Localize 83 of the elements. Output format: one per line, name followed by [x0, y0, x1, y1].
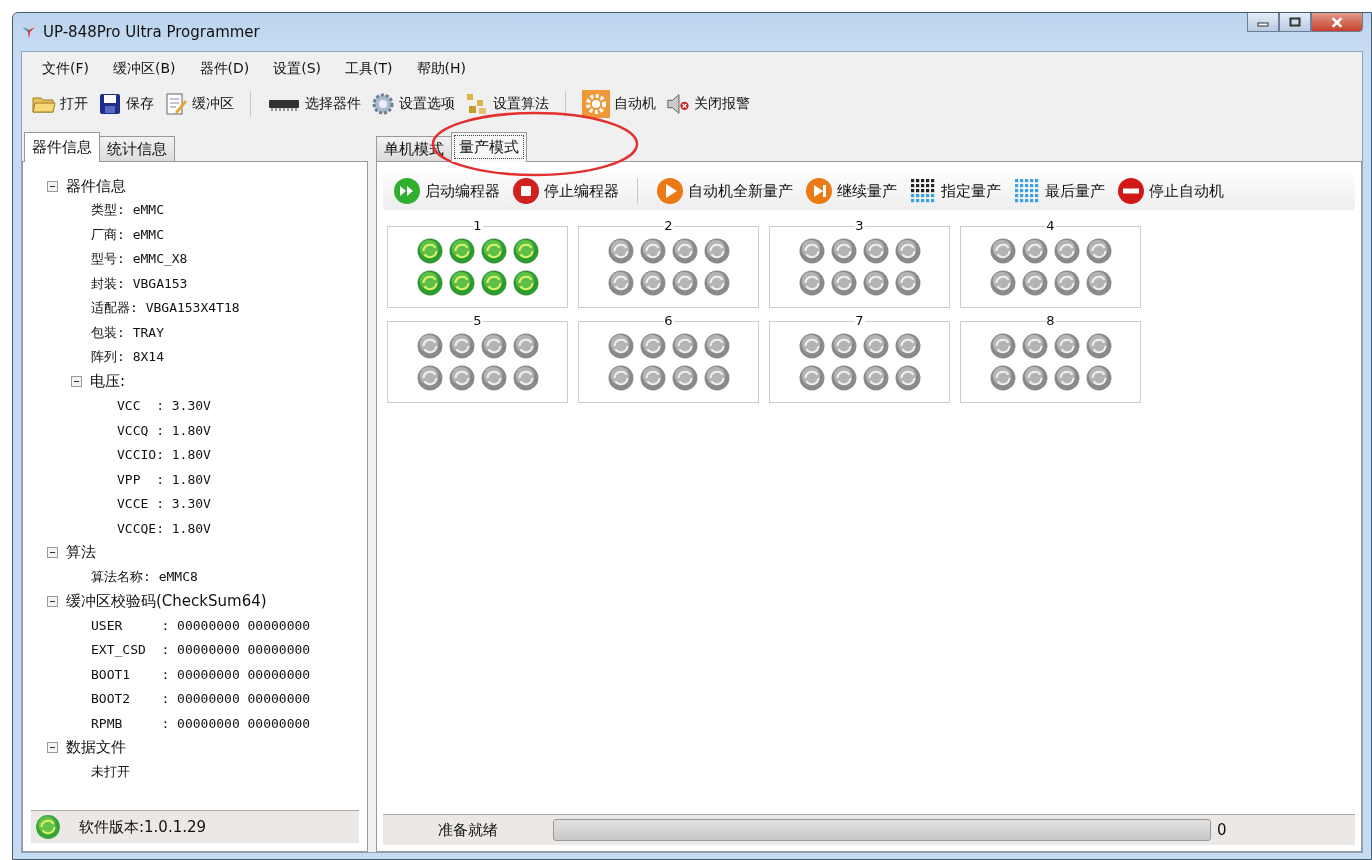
panel-tab[interactable]: 器件信息 [24, 132, 100, 162]
maximize-button[interactable] [1279, 13, 1311, 32]
tree-item[interactable]: 器件信息 [66, 176, 126, 196]
menu-item[interactable]: 文件(F) [30, 60, 101, 78]
window-title: UP-848Pro Ultra Programmer [43, 23, 260, 41]
toolbar-button[interactable]: 打开 [28, 90, 92, 118]
menu-item[interactable]: 工具(T) [333, 60, 405, 78]
dot-grid-icon [1013, 177, 1041, 205]
tree-item[interactable]: 阵列: 8X14 [91, 348, 164, 367]
toolbar-button[interactable]: 停止自动机 [1113, 175, 1228, 207]
site-number: 3 [854, 218, 865, 233]
close-icon [1330, 16, 1344, 28]
toolbar-button[interactable]: 关闭报警 [662, 90, 754, 118]
collapse-icon[interactable] [71, 376, 82, 387]
site-number: 5 [472, 313, 483, 328]
tree-item[interactable]: 类型: eMMC [91, 201, 164, 220]
toolbar-button[interactable]: 最后量产 [1009, 175, 1109, 207]
tree-item[interactable]: VCC : 3.30V [117, 398, 211, 414]
menu-item[interactable]: 缓冲区(B) [101, 60, 188, 78]
toolbar-button[interactable]: 选择器件 [263, 90, 365, 118]
menu-item[interactable]: 器件(D) [187, 60, 262, 78]
tree-item[interactable]: VCCE : 3.30V [117, 496, 211, 512]
tree-item[interactable]: VCCIO: 1.80V [117, 447, 211, 463]
toolbar-button[interactable]: 指定量产 [905, 175, 1005, 207]
tree-item[interactable]: 型号: eMMC_X8 [91, 250, 188, 269]
close-button[interactable] [1311, 13, 1363, 32]
speaker-muted-icon [666, 92, 690, 116]
status-text: 准备就绪 [437, 820, 499, 840]
tree-item[interactable]: 算法 [66, 543, 96, 562]
toolbar-button[interactable]: 缓冲区 [160, 90, 238, 118]
site-number: 6 [663, 313, 674, 328]
tree-item[interactable]: 封装: VBGA153 [91, 274, 188, 293]
collapse-icon[interactable] [47, 742, 58, 753]
site-number: 1 [472, 218, 483, 233]
tree-item[interactable]: 缓冲区校验码(CheckSum64) [66, 591, 267, 611]
tree-item[interactable]: EXT_CSD : 00000000 00000000 [91, 642, 311, 658]
site-number: 7 [854, 313, 865, 328]
tree-item[interactable]: 数据文件 [66, 738, 126, 757]
collapse-icon[interactable] [47, 595, 58, 607]
toolbar-button[interactable]: 自动机全新量产 [652, 175, 797, 207]
collapse-icon[interactable] [47, 180, 58, 192]
play-icon [656, 177, 684, 205]
tree-item[interactable]: BOOT2 : 00000000 00000000 [91, 691, 311, 707]
tree-item[interactable]: 电压: [90, 372, 126, 391]
tree-item[interactable]: 适配器: VBGA153X4T18 [91, 299, 240, 318]
panel-tab[interactable]: 统计信息 [99, 136, 175, 161]
tree-item[interactable]: VCCQE: 1.80V [117, 520, 211, 536]
tree-item[interactable]: 包装: TRAY [91, 323, 164, 342]
tree-item[interactable]: 算法名称: eMMC8 [91, 567, 198, 586]
toolbar-button[interactable]: 继续量产 [801, 175, 901, 207]
mode-tab[interactable]: 量产模式 [451, 132, 527, 162]
version-text: 软件版本:1.0.1.29 [79, 817, 207, 837]
tree-item[interactable]: VCCQ : 1.80V [117, 422, 211, 438]
menu-item[interactable]: 设置(S) [261, 60, 334, 78]
blocks-icon [465, 92, 489, 116]
tree-item[interactable]: USER : 00000000 00000000 [91, 617, 311, 633]
tree-item[interactable]: RPMB : 00000000 00000000 [91, 715, 311, 731]
toolbar-button[interactable]: 保存 [94, 90, 158, 118]
site-number: 4 [1045, 218, 1056, 233]
menu-item[interactable]: 帮助(H) [404, 60, 478, 78]
dot-grid-icon [909, 177, 937, 205]
gear-icon [582, 90, 610, 118]
toolbar-button[interactable]: 设置选项 [367, 90, 459, 118]
toolbar-button[interactable]: 自动机 [578, 88, 660, 120]
stop-icon [512, 177, 540, 205]
document-pencil-icon [164, 92, 188, 116]
skip-forward-icon [805, 177, 833, 205]
gear-icon [371, 92, 395, 116]
tree-item[interactable]: VPP : 1.80V [117, 471, 211, 487]
tree-item[interactable]: 厂商: eMMC [91, 225, 164, 244]
fast-forward-icon [393, 177, 421, 205]
refresh-icon [35, 814, 61, 840]
progress-count: 0 [1217, 821, 1227, 839]
no-entry-icon [1117, 177, 1145, 205]
site-number: 8 [1045, 313, 1056, 328]
toolbar-button[interactable]: 停止编程器 [508, 175, 623, 207]
collapse-icon[interactable] [47, 547, 58, 558]
site-number: 2 [663, 218, 674, 233]
tree-item[interactable]: BOOT1 : 00000000 00000000 [91, 666, 311, 682]
tree-item[interactable]: 未打开 [91, 762, 130, 781]
maximize-icon [1289, 17, 1301, 27]
toolbar-button[interactable]: 启动编程器 [389, 175, 504, 207]
toolbar-button[interactable]: 设置算法 [461, 90, 553, 118]
